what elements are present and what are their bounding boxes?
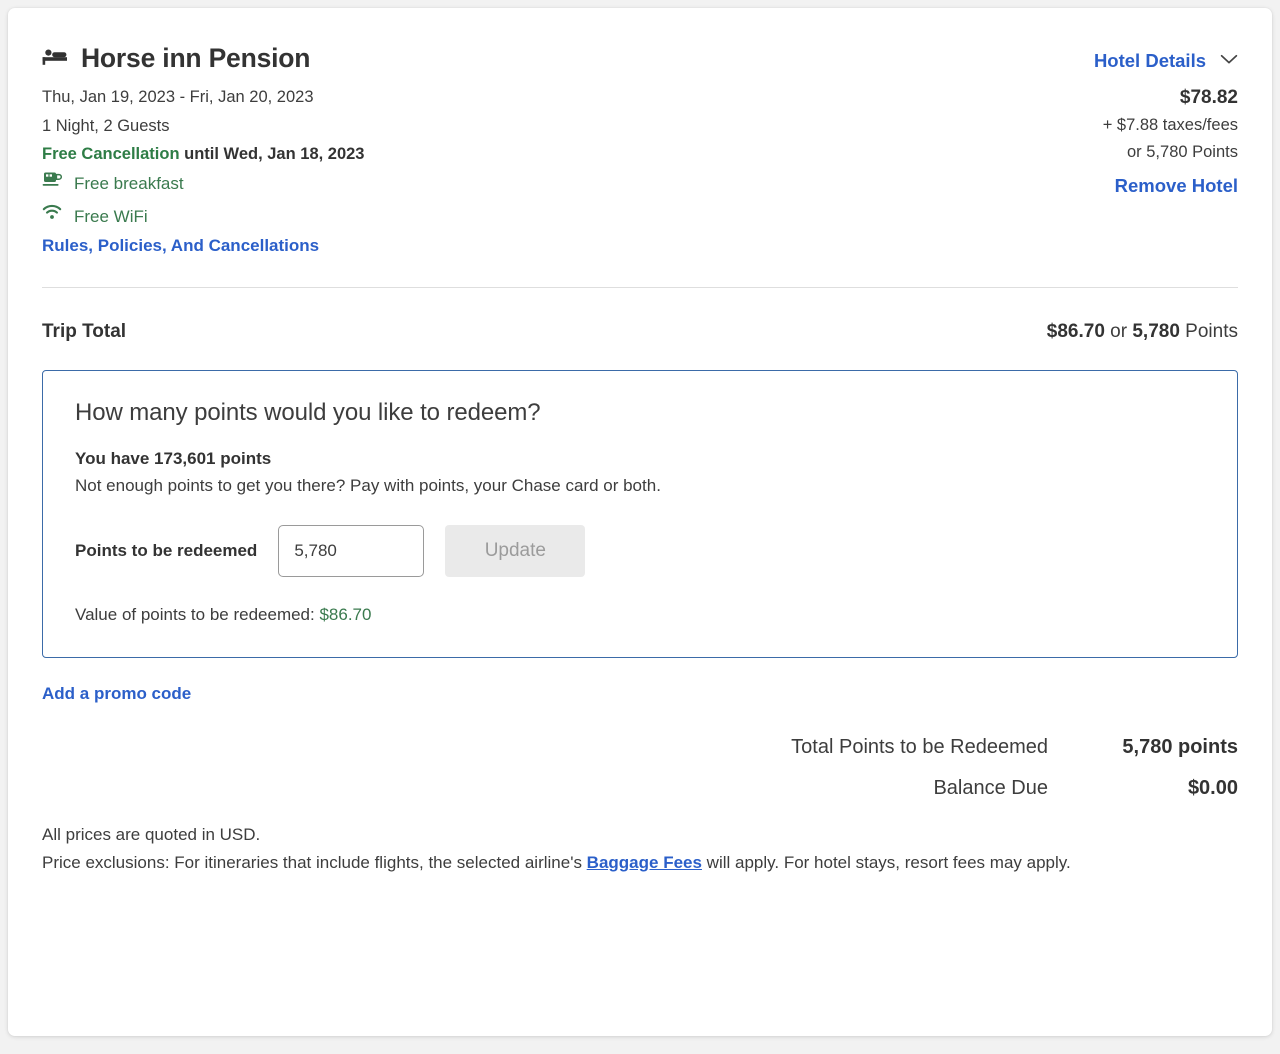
rules-policies-link[interactable]: Rules, Policies, And Cancellations	[42, 236, 319, 256]
total-row: Balance Due $0.00	[42, 778, 1238, 798]
exclusions-text-pre: Price exclusions: For itineraries that i…	[42, 852, 587, 872]
baggage-fees-link[interactable]: Baggage Fees	[587, 853, 702, 872]
trip-total-or: or	[1104, 320, 1133, 342]
currency-note: All prices are quoted in USD.	[42, 825, 261, 845]
hotel-details-toggle[interactable]: Hotel Details	[968, 50, 1238, 72]
amenity-label: Free WiFi	[74, 206, 148, 226]
hotel-price: $78.82	[1179, 87, 1238, 108]
hotel-info: Horse inn Pension Thu, Jan 19, 2023 - Fr…	[42, 43, 365, 256]
coffee-cup-icon	[42, 168, 63, 200]
trip-total-label: Trip Total	[42, 320, 127, 342]
points-to-redeem-input[interactable]	[278, 525, 425, 578]
cancellation-date: until Wed, Jan 18, 2023	[184, 144, 365, 163]
redeem-panel-title: How many points would you like to redeem…	[75, 398, 541, 426]
section-divider	[42, 286, 1238, 288]
total-label: Total Points to be Redeemed	[791, 736, 1048, 759]
total-value: 5,780 points	[1122, 736, 1238, 759]
stay-dates: Thu, Jan 19, 2023 - Fri, Jan 20, 2023	[42, 88, 314, 107]
hotel-taxes: + $7.88 taxes/fees	[1102, 115, 1238, 134]
amenity-free-wifi: Free WiFi	[42, 201, 365, 233]
total-value: $0.00	[1187, 777, 1238, 800]
hotel-name: Horse inn Pension	[81, 43, 311, 73]
total-label: Balance Due	[933, 777, 1048, 800]
stay-occupancy: 1 Night, 2 Guests	[42, 116, 170, 135]
total-row: Total Points to be Redeemed 5,780 points	[42, 737, 1238, 757]
points-input-label: Points to be redeemed	[75, 541, 258, 561]
bed-icon	[42, 44, 68, 73]
amenity-label: Free breakfast	[74, 174, 184, 194]
points-value-label: Value of points to be redeemed:	[75, 605, 320, 625]
exclusions-text-post: will apply. For hotel stays, resort fees…	[701, 852, 1071, 872]
redeem-points-panel: How many points would you like to redeem…	[42, 369, 1238, 659]
cancellation-policy: Free Cancellation until Wed, Jan 18, 202…	[42, 140, 365, 168]
hotel-header: Horse inn Pension Thu, Jan 19, 2023 - Fr…	[42, 43, 1238, 256]
wifi-icon	[42, 201, 63, 233]
points-input-row: Points to be redeemed Update	[75, 525, 1205, 578]
cancellation-label: Free Cancellation	[42, 144, 180, 163]
trip-total-amount: $86.70	[1046, 320, 1105, 342]
points-value-line: Value of points to be redeemed: $86.70	[75, 605, 1205, 625]
price-exclusions-note: Price exclusions: For itineraries that i…	[42, 849, 1192, 877]
trip-total-points: 5,780	[1132, 320, 1180, 342]
update-button[interactable]: Update	[445, 525, 586, 578]
trip-total-row: Trip Total $86.70 or 5,780 Points	[42, 321, 1238, 343]
booking-summary-card: Horse inn Pension Thu, Jan 19, 2023 - Fr…	[8, 8, 1272, 1036]
redeem-subtext: Not enough points to get you there? Pay …	[75, 476, 661, 496]
hotel-details-label: Hotel Details	[1093, 50, 1206, 71]
hotel-pricing: Hotel Details $78.82 + $7.88 taxes/fees …	[968, 44, 1238, 197]
amenity-free-breakfast: Free breakfast	[42, 168, 365, 200]
points-value-amount: $86.70	[319, 605, 372, 625]
page-title: Horse inn Pension	[42, 43, 365, 73]
remove-hotel-button[interactable]: Remove Hotel	[1115, 175, 1238, 197]
points-balance: You have 173,601 points	[75, 448, 272, 468]
trip-total-value: $86.70 or 5,780 Points	[1047, 321, 1238, 343]
totals-section: Total Points to be Redeemed 5,780 points…	[42, 737, 1238, 798]
add-promo-code-link[interactable]: Add a promo code	[42, 684, 191, 704]
footer-disclaimer: All prices are quoted in USD. Price excl…	[42, 821, 1192, 876]
chevron-down-icon	[1220, 52, 1238, 70]
hotel-points-alt: or 5,780 Points	[1127, 142, 1238, 161]
trip-total-points-suffix: Points	[1179, 320, 1238, 342]
